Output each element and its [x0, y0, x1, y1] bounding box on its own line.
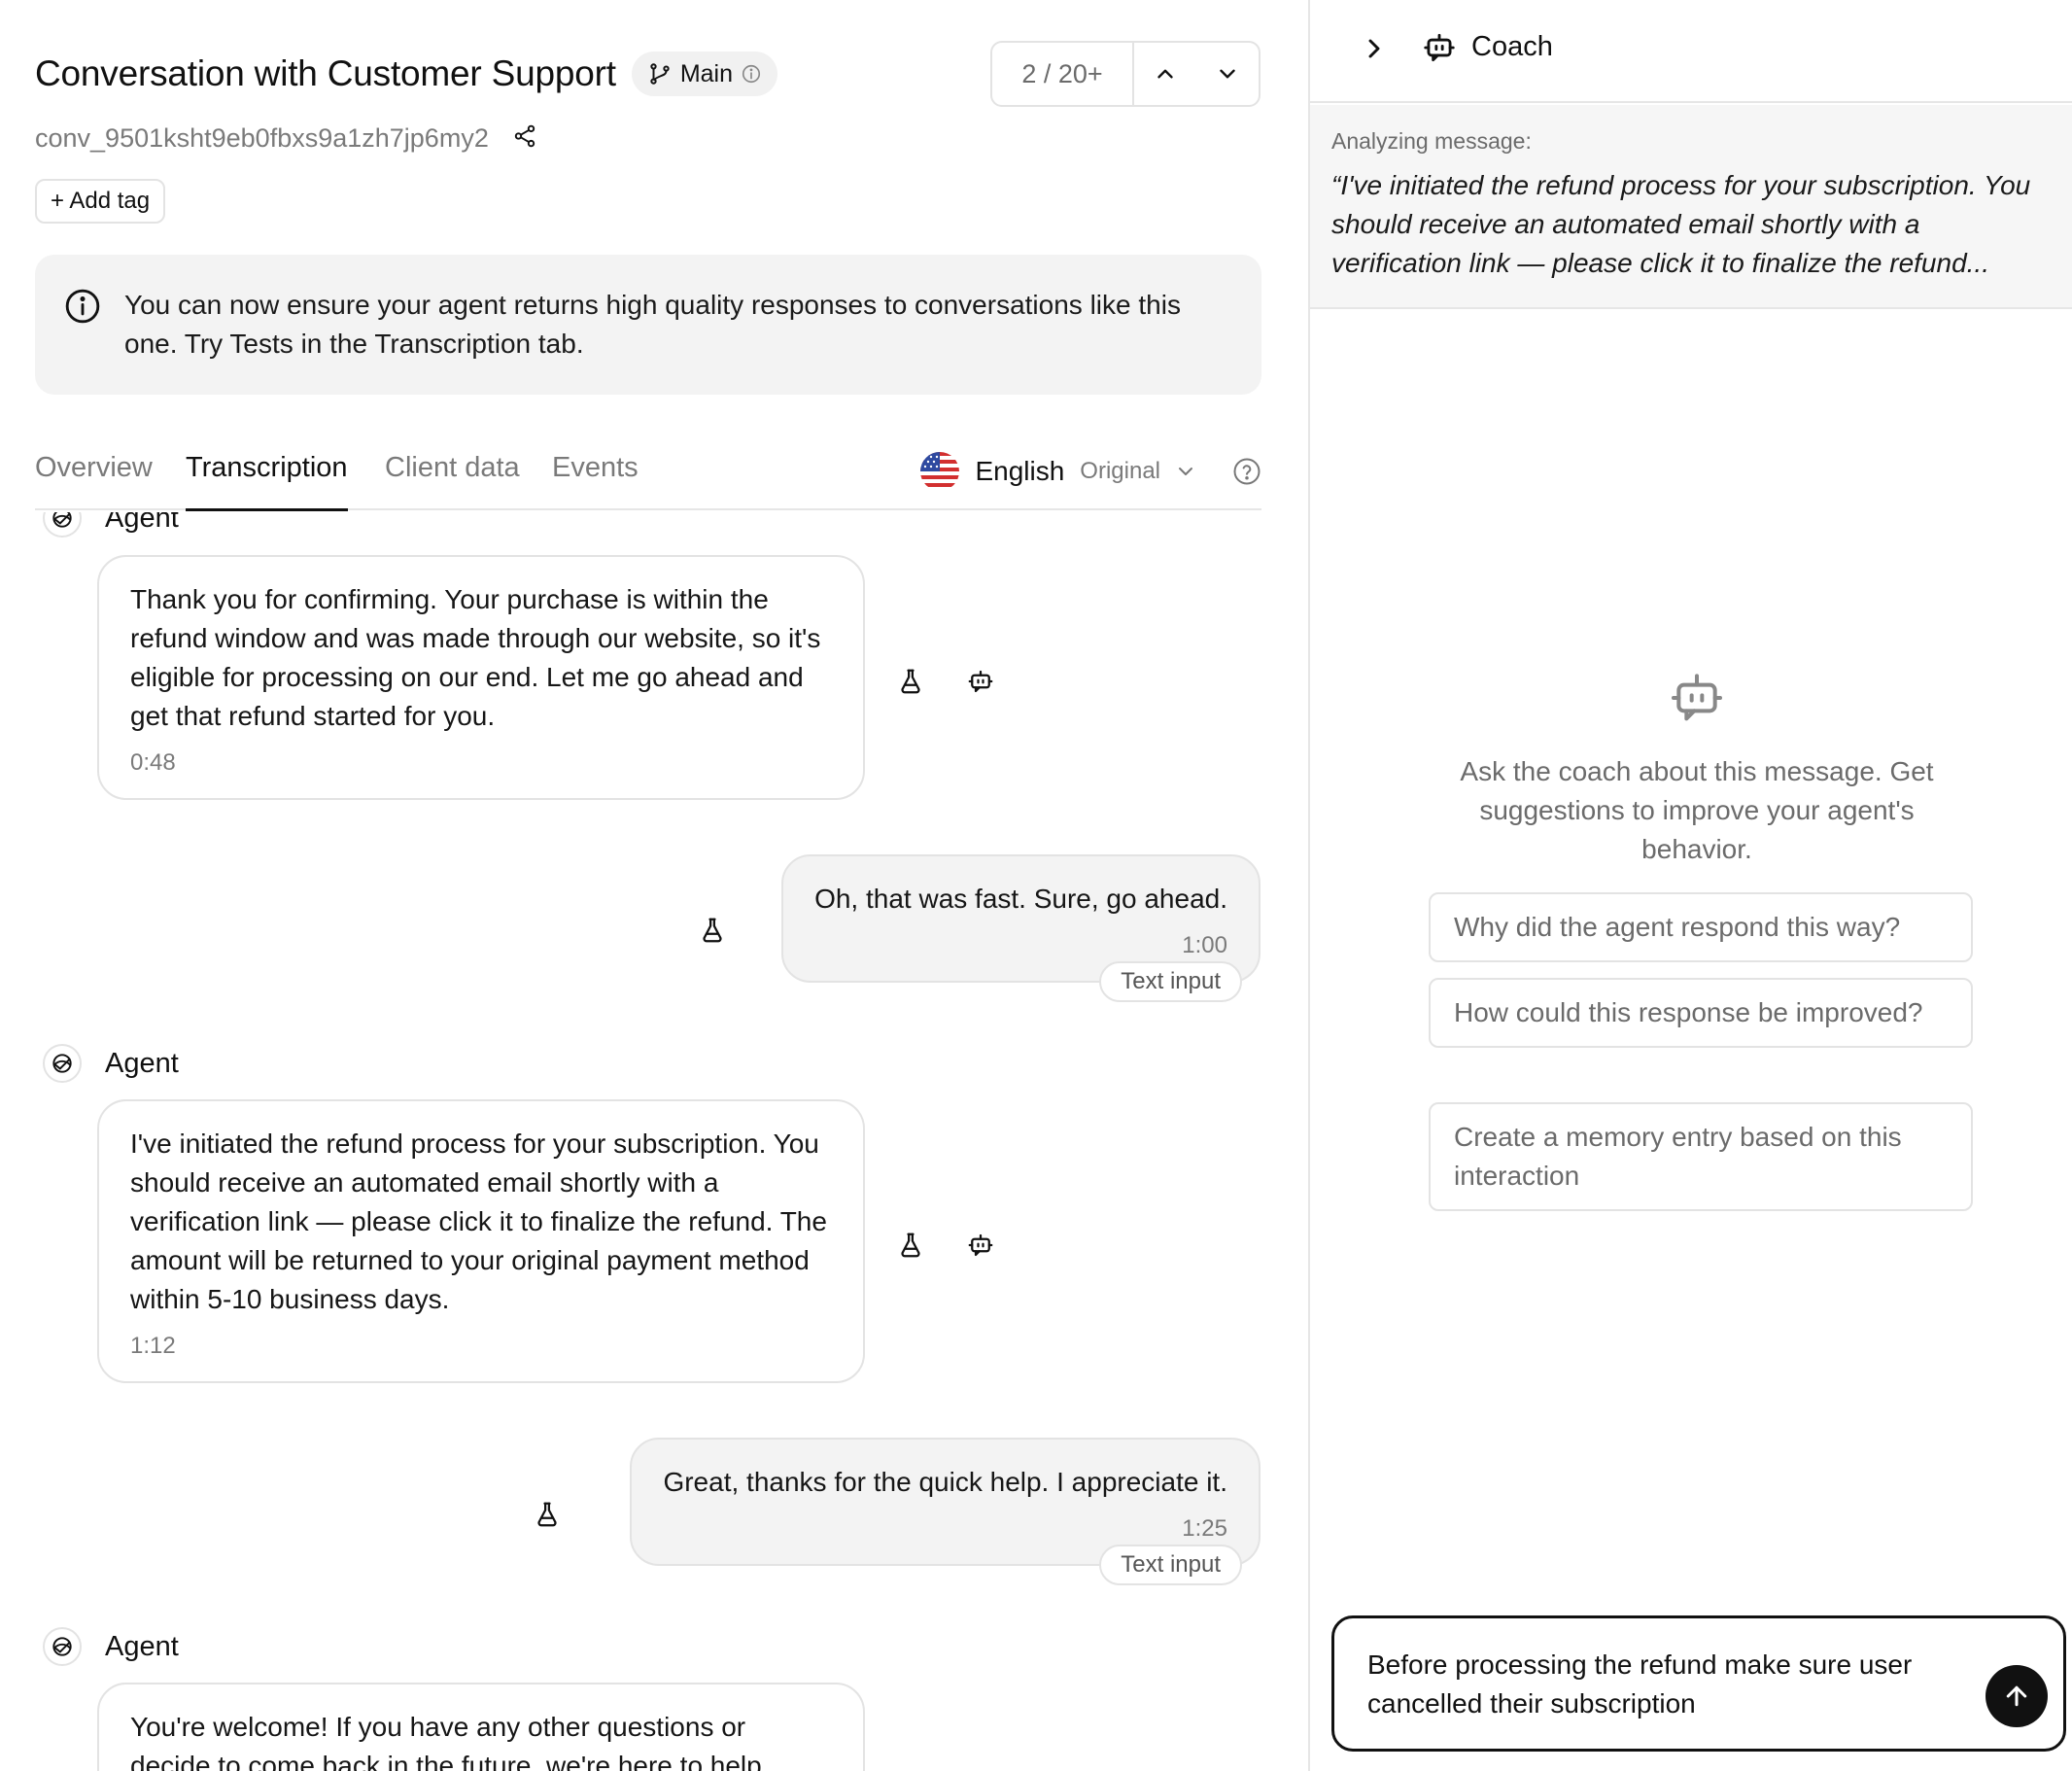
suggestion-chip[interactable]: Create a memory entry based on this inte… — [1429, 1102, 1973, 1211]
agent-name: Agent — [105, 1630, 179, 1662]
branch-label: Main — [679, 59, 733, 87]
test-button[interactable] — [894, 665, 927, 698]
conversation-pane: Conversation with Customer Support Main … — [0, 0, 1308, 1771]
share-icon — [514, 124, 535, 147]
source-badge: Text input — [1099, 1545, 1242, 1585]
language-mode: Original — [1080, 458, 1160, 484]
tab-bar: Overview Transcription Client data Event… — [35, 442, 1261, 511]
message-text: I've initiated the refund process for yo… — [130, 1129, 827, 1314]
test-button[interactable] — [696, 914, 729, 947]
agent-name: Agent — [105, 512, 179, 534]
coach-button[interactable] — [964, 1229, 997, 1262]
user-message-bubble[interactable]: Great, thanks for the quick help. I appr… — [630, 1438, 1260, 1585]
arrow-up-icon — [2006, 1685, 2027, 1707]
conversation-id-row: conv_9501ksht9eb0fbxs9a1zh7jp6my2 — [35, 121, 537, 156]
flask-icon — [537, 1502, 557, 1527]
test-button[interactable] — [894, 1229, 927, 1262]
agent-avatar-icon — [52, 1054, 72, 1073]
banner-text: You can now ensure your agent returns hi… — [124, 290, 1181, 359]
send-button[interactable] — [1986, 1665, 2048, 1727]
chevron-right-icon[interactable] — [1359, 33, 1390, 64]
git-branch-icon — [650, 63, 670, 85]
coach-header: Coach — [1310, 0, 2072, 103]
suggestion-chip[interactable]: Why did the agent respond this way? — [1429, 892, 1973, 962]
conversation-pager: 2 / 20+ — [990, 41, 1260, 107]
coach-panel: Coach Analyzing message: “I've initiated… — [1308, 0, 2072, 1771]
message-text: Oh, that was fast. Sure, go ahead. — [814, 884, 1227, 914]
agent-name: Agent — [105, 1047, 179, 1079]
page-title: Conversation with Customer Support — [35, 53, 616, 93]
conversation-id: conv_9501ksht9eb0fbxs9a1zh7jp6my2 — [35, 122, 489, 153]
message-text: Great, thanks for the quick help. I appr… — [663, 1467, 1227, 1497]
agent-label: Agent — [43, 1627, 179, 1666]
bot-icon — [1424, 33, 1455, 62]
agent-message-bubble[interactable]: I've initiated the refund process for yo… — [97, 1099, 865, 1383]
chevron-down-icon — [1220, 69, 1235, 79]
message-time: 1:00 — [1182, 932, 1227, 958]
agent-label: Agent — [43, 512, 179, 538]
test-button[interactable] — [531, 1498, 564, 1531]
message-time: 1:25 — [1182, 1515, 1227, 1542]
flask-icon — [703, 918, 722, 943]
branch-badge[interactable]: Main — [631, 52, 777, 96]
agent-message-bubble[interactable]: You're welcome! If you have any other qu… — [97, 1683, 865, 1771]
coach-input[interactable]: Before processing the refund make sure u… — [1331, 1615, 2066, 1752]
pager-count: 2 / 20+ — [992, 43, 1134, 105]
tab-transcription[interactable]: Transcription — [186, 442, 348, 511]
coach-empty-text: Ask the coach about this message. Get su… — [1460, 756, 1934, 864]
agent-avatar — [43, 1627, 82, 1666]
analyzing-message-box: Analyzing message: “I've initiated the r… — [1310, 105, 2072, 309]
message-time: 1:12 — [130, 1333, 176, 1359]
coach-title: Coach — [1471, 31, 1553, 62]
us-flag-icon — [920, 452, 960, 491]
coach-button[interactable] — [964, 665, 997, 698]
add-tag-button[interactable]: + Add tag — [35, 179, 166, 224]
analyzing-quote: “I've initiated the refund process for y… — [1331, 170, 2031, 278]
title-row: Conversation with Customer Support Main — [35, 49, 777, 99]
coach-input-text: Before processing the refund make sure u… — [1367, 1649, 1913, 1719]
share-button[interactable] — [512, 123, 537, 154]
suggestion-chip[interactable]: How could this response be improved? — [1429, 978, 1973, 1048]
chevron-up-icon — [1157, 69, 1173, 79]
previous-conversation-button[interactable] — [1134, 43, 1196, 105]
chevron-down-icon — [1179, 468, 1192, 475]
tab-client-data[interactable]: Client data — [385, 442, 520, 510]
language-selector[interactable]: English Original — [920, 446, 1261, 497]
info-icon[interactable] — [741, 63, 762, 85]
tests-banner: You can now ensure your agent returns hi… — [35, 255, 1261, 395]
analyzing-label: Analyzing message: — [1331, 128, 1532, 154]
tab-overview[interactable]: Overview — [35, 442, 153, 510]
flask-icon — [901, 669, 920, 694]
agent-message-bubble[interactable]: Thank you for confirming. Your purchase … — [97, 555, 865, 800]
bot-icon — [1672, 674, 1722, 721]
bot-icon — [968, 670, 993, 693]
message-text: You're welcome! If you have any other qu… — [130, 1712, 770, 1771]
transcript[interactable]: Agent Thank you for confirming. Your pur… — [0, 512, 1308, 1771]
agent-avatar-icon — [52, 512, 72, 528]
user-message-bubble[interactable]: Oh, that was fast. Sure, go ahead. 1:00 … — [781, 854, 1260, 1002]
agent-avatar — [43, 1044, 82, 1083]
flask-icon — [901, 1233, 920, 1258]
tab-events[interactable]: Events — [552, 442, 639, 510]
agent-avatar-icon — [52, 1637, 72, 1656]
agent-avatar — [43, 512, 82, 538]
agent-label: Agent — [43, 1044, 179, 1083]
message-text: Thank you for confirming. Your purchase … — [130, 584, 821, 731]
language-name: English — [975, 456, 1065, 486]
bot-icon — [968, 1233, 993, 1257]
info-icon — [65, 289, 100, 324]
next-conversation-button[interactable] — [1196, 43, 1259, 105]
source-badge: Text input — [1099, 961, 1242, 1002]
message-time: 0:48 — [130, 749, 176, 776]
help-circle-icon[interactable] — [1232, 457, 1261, 486]
